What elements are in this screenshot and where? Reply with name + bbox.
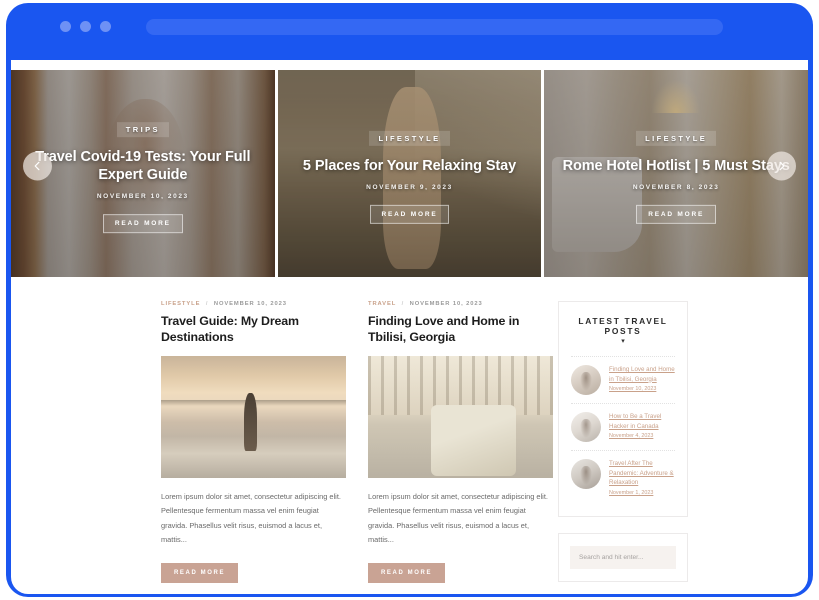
- post-read-more-button[interactable]: READ MORE: [161, 562, 239, 583]
- post-date: NOVEMBER 10, 2023: [409, 301, 483, 307]
- post-thumbnail[interactable]: [161, 356, 346, 478]
- post-meta: TRAVEL / NOVEMBER 10, 2023: [368, 301, 553, 307]
- post-excerpt: Lorem ipsum dolor sit amet, consectetur …: [161, 492, 341, 545]
- sidebar-post-date[interactable]: November 10, 2023: [609, 386, 675, 392]
- search-input[interactable]: [570, 545, 676, 569]
- chevron-left-icon: [34, 161, 40, 170]
- sidebar-post-date[interactable]: November 1, 2023: [609, 490, 675, 496]
- sidebar-post-item[interactable]: Finding Love and Home in Tbilisi, Georgi…: [571, 356, 675, 403]
- slide-title[interactable]: Travel Covid-19 Tests: Your Full Expert …: [25, 148, 261, 184]
- slide-read-more-button[interactable]: READ MORE: [102, 213, 183, 233]
- post-date: NOVEMBER 10, 2023: [213, 301, 287, 307]
- address-bar[interactable]: [146, 19, 723, 35]
- slide-content: LIFESTYLE 5 Places for Your Relaxing Sta…: [278, 127, 542, 224]
- post-excerpt: Lorem ipsum dolor sit amet, consectetur …: [368, 492, 548, 545]
- meta-separator: /: [401, 301, 405, 307]
- slide-date: NOVEMBER 8, 2023: [632, 183, 720, 191]
- post-title[interactable]: Travel Guide: My Dream Destinations: [161, 314, 346, 345]
- sidebar-post-body: How to Be a Travel Hacker in Canada Nove…: [609, 412, 675, 439]
- sidebar-post-thumbnail: [571, 365, 601, 395]
- sidebar-post-body: Finding Love and Home in Tbilisi, Georgi…: [609, 365, 675, 392]
- post-grid: LIFESTYLE / NOVEMBER 10, 2023 Travel Gui…: [11, 301, 556, 594]
- carousel-next-button[interactable]: [767, 151, 796, 180]
- slide-date: NOVEMBER 9, 2023: [366, 183, 453, 191]
- meta-separator: /: [205, 301, 209, 307]
- slide-category-badge[interactable]: LIFESTYLE: [636, 130, 717, 146]
- page-viewport: TRIPS Travel Covid-19 Tests: Your Full E…: [11, 60, 808, 594]
- post-title[interactable]: Finding Love and Home in Tbilisi, Georgi…: [368, 314, 553, 345]
- widget-search: [558, 532, 688, 582]
- close-dot-icon[interactable]: [60, 21, 71, 32]
- widget-latest-travel-posts: LATEST TRAVEL POSTS ▾ Finding Love and H…: [558, 301, 688, 517]
- sidebar-post-title[interactable]: How to Be a Travel Hacker in Canada: [609, 412, 675, 431]
- slide-title[interactable]: 5 Places for Your Relaxing Stay: [292, 156, 528, 174]
- slide-read-more-button[interactable]: READ MORE: [636, 204, 717, 224]
- sidebar-post-thumbnail: [571, 412, 601, 442]
- carousel-slide[interactable]: TRIPS Travel Covid-19 Tests: Your Full E…: [11, 70, 275, 277]
- slide-content: LIFESTYLE Rome Hotel Hotlist | 5 Must St…: [544, 127, 808, 224]
- carousel-slide[interactable]: LIFESTYLE 5 Places for Your Relaxing Sta…: [277, 70, 542, 277]
- sidebar-post-title[interactable]: Travel After The Pandemic: Adventure & R…: [609, 459, 675, 488]
- sidebar-post-date[interactable]: November 4, 2023: [609, 433, 675, 439]
- post-category-link[interactable]: TRAVEL: [368, 301, 396, 307]
- featured-carousel: TRIPS Travel Covid-19 Tests: Your Full E…: [11, 60, 808, 277]
- post-meta: LIFESTYLE / NOVEMBER 10, 2023: [161, 301, 346, 307]
- widget-ornament-icon: ▾: [621, 338, 625, 345]
- widget-title: LATEST TRAVEL POSTS: [578, 316, 668, 336]
- sidebar-post-item[interactable]: How to Be a Travel Hacker in Canada Nove…: [571, 403, 675, 450]
- slide-category-badge[interactable]: LIFESTYLE: [369, 130, 450, 146]
- slide-title[interactable]: Rome Hotel Hotlist | 5 Must Stays: [558, 156, 794, 174]
- slide-content: TRIPS Travel Covid-19 Tests: Your Full E…: [11, 119, 275, 233]
- chevron-right-icon: [779, 161, 785, 170]
- sidebar-post-item[interactable]: Travel After The Pandemic: Adventure & R…: [571, 450, 675, 504]
- browser-chrome-bar: [6, 3, 813, 60]
- sidebar-post-body: Travel After The Pandemic: Adventure & R…: [609, 459, 675, 496]
- maximize-dot-icon[interactable]: [100, 21, 111, 32]
- post-category-link[interactable]: LIFESTYLE: [161, 301, 200, 307]
- sidebar-post-thumbnail: [571, 459, 601, 489]
- carousel-prev-button[interactable]: [23, 151, 52, 180]
- browser-window-frame: TRIPS Travel Covid-19 Tests: Your Full E…: [6, 3, 813, 597]
- minimize-dot-icon[interactable]: [80, 21, 91, 32]
- page-body: LIFESTYLE / NOVEMBER 10, 2023 Travel Gui…: [11, 271, 808, 594]
- slide-read-more-button[interactable]: READ MORE: [369, 204, 450, 224]
- post-card: LIFESTYLE / NOVEMBER 10, 2023 Travel Gui…: [161, 301, 346, 583]
- sidebar: LATEST TRAVEL POSTS ▾ Finding Love and H…: [558, 301, 688, 594]
- window-traffic-lights: [60, 21, 111, 32]
- slide-date: NOVEMBER 10, 2023: [96, 192, 189, 200]
- post-thumbnail[interactable]: [368, 356, 553, 478]
- sidebar-post-title[interactable]: Finding Love and Home in Tbilisi, Georgi…: [609, 365, 675, 384]
- post-card: TRAVEL / NOVEMBER 10, 2023 Finding Love …: [368, 301, 553, 583]
- slide-category-badge[interactable]: TRIPS: [116, 121, 169, 137]
- post-read-more-button[interactable]: READ MORE: [368, 562, 446, 583]
